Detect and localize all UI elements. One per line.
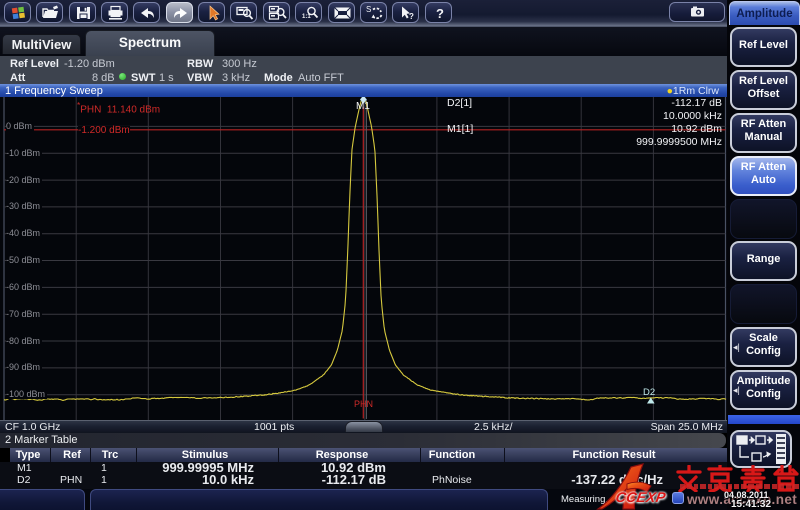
svg-text:?: ?: [409, 12, 414, 21]
svg-text:S: S: [366, 5, 371, 14]
svg-text:?: ?: [436, 6, 444, 21]
